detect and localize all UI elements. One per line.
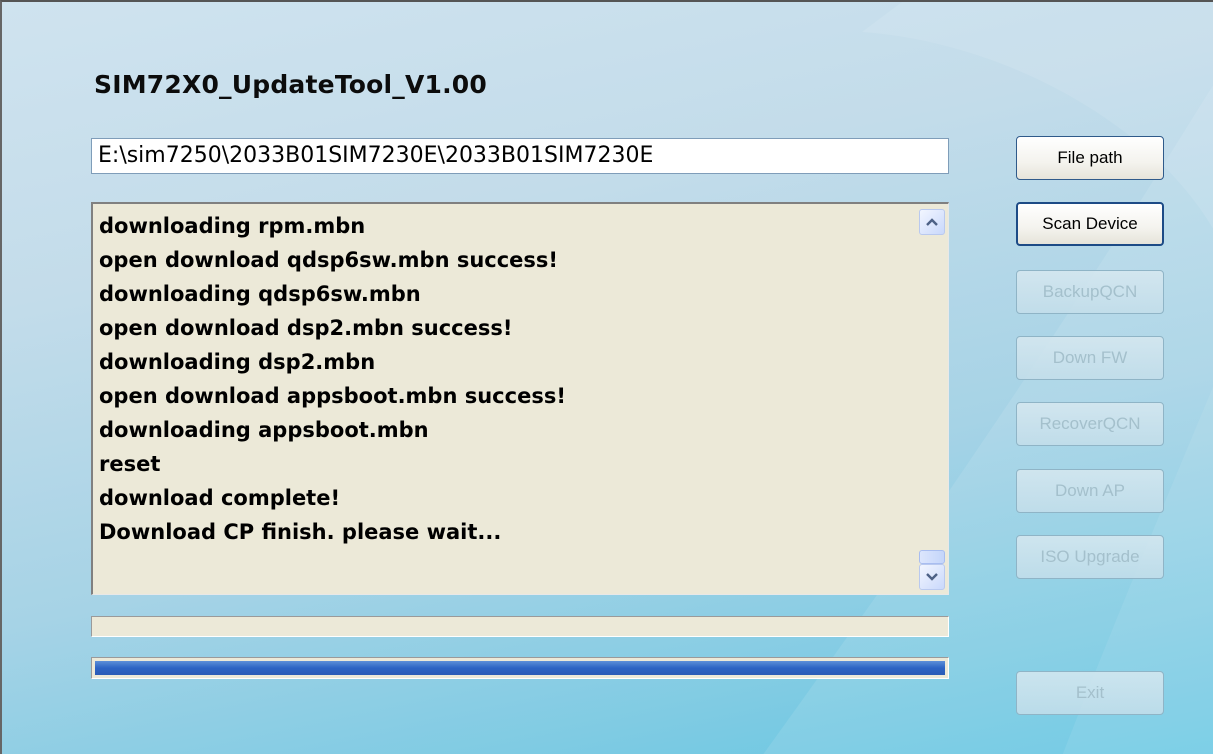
scroll-up-button[interactable] bbox=[919, 209, 945, 235]
progress-bar-1 bbox=[91, 616, 949, 637]
log-line: downloading qdsp6sw.mbn bbox=[99, 282, 421, 306]
log-line: open download appsboot.mbn success! bbox=[99, 384, 566, 408]
file-path-field[interactable]: E:\sim7250\2033B01SIM7230E\2033B01SIM723… bbox=[91, 138, 949, 174]
log-textarea[interactable]: downloading rpm.mbn open download qdsp6sw… bbox=[91, 202, 949, 595]
log-line: download complete! bbox=[99, 486, 341, 510]
scroll-down-button[interactable] bbox=[919, 564, 945, 590]
exit-button[interactable]: Exit bbox=[1016, 671, 1164, 715]
log-line: downloading dsp2.mbn bbox=[99, 350, 376, 374]
recover-qcn-button[interactable]: RecoverQCN bbox=[1016, 402, 1164, 446]
log-scrollbar[interactable] bbox=[919, 209, 945, 590]
app-title: SIM72X0_UpdateTool_V1.00 bbox=[94, 70, 487, 99]
log-line: Download CP finish. please wait... bbox=[99, 520, 502, 544]
backup-qcn-button[interactable]: BackupQCN bbox=[1016, 270, 1164, 314]
updater-window: SIM72X0_UpdateTool_V1.00 E:\sim7250\2033… bbox=[0, 0, 1213, 754]
log-line: reset bbox=[99, 452, 161, 476]
chevron-down-icon bbox=[926, 573, 938, 581]
scroll-thumb[interactable] bbox=[919, 550, 945, 564]
progress-bar-2 bbox=[91, 657, 949, 679]
log-line: downloading appsboot.mbn bbox=[99, 418, 429, 442]
chevron-up-icon bbox=[926, 218, 938, 226]
log-line: downloading rpm.mbn bbox=[99, 214, 366, 238]
log-line: open download qdsp6sw.mbn success! bbox=[99, 248, 558, 272]
iso-upgrade-button[interactable]: ISO Upgrade bbox=[1016, 535, 1164, 579]
progress-bar-2-fill bbox=[95, 661, 945, 675]
log-lines: downloading rpm.mbn open download qdsp6sw… bbox=[99, 209, 912, 549]
log-line: open download dsp2.mbn success! bbox=[99, 316, 513, 340]
down-ap-button[interactable]: Down AP bbox=[1016, 469, 1164, 513]
down-fw-button[interactable]: Down FW bbox=[1016, 336, 1164, 380]
file-path-button[interactable]: File path bbox=[1016, 136, 1164, 180]
scan-device-button[interactable]: Scan Device bbox=[1016, 202, 1164, 246]
